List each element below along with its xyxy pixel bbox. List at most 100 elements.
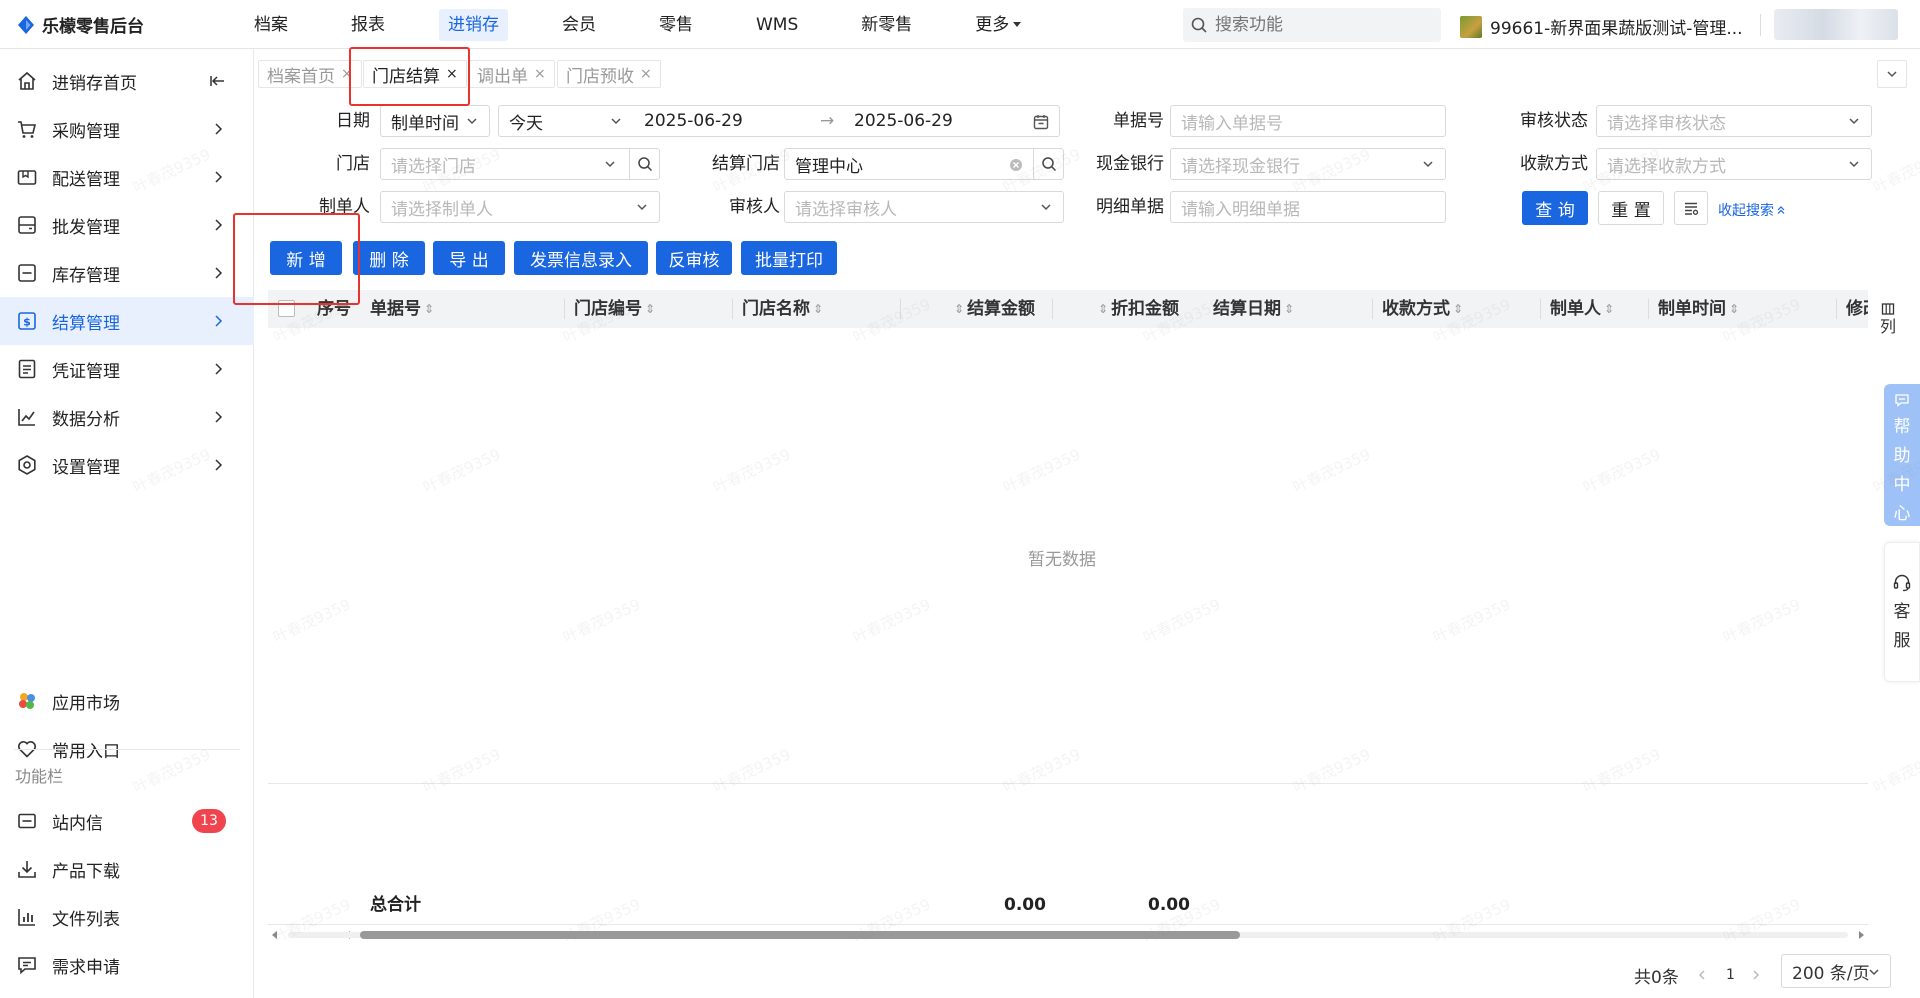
tenant-switcher[interactable]: 99661-新界面果蔬版测试-管理... xyxy=(1460,14,1743,39)
column-header-store-code[interactable]: 门店编号 ⇕ xyxy=(574,290,655,328)
invoice-entry-button[interactable]: 发票信息录入 xyxy=(514,241,648,275)
column-header-modify[interactable]: 修改 xyxy=(1846,290,1868,328)
column-header-payment-method[interactable]: 收款方式 ⇕ xyxy=(1382,290,1463,328)
sort-icon[interactable]: ⇕ xyxy=(424,290,434,328)
audit-status-select[interactable]: 请选择审核状态 xyxy=(1596,105,1872,137)
sidebar-item-app-market[interactable]: 应用市场 xyxy=(0,677,254,725)
sidebar-item-file-list[interactable]: 文件列表 xyxy=(0,893,254,941)
nav-item-inventory[interactable]: 进销存 xyxy=(439,9,508,41)
settle-store-search-button[interactable] xyxy=(1033,149,1063,179)
sort-icon[interactable]: ⇕ xyxy=(1604,290,1614,328)
payment-method-select[interactable]: 请选择收款方式 xyxy=(1596,148,1872,180)
sidebar-item-delivery[interactable]: 配送管理 xyxy=(0,153,254,201)
tab-store-prepayment[interactable]: 门店预收 × xyxy=(557,60,661,88)
unaudit-button[interactable]: 反审核 xyxy=(656,241,732,275)
user-avatar[interactable] xyxy=(1774,9,1898,40)
sidebar-item-label: 采购管理 xyxy=(52,121,120,142)
tabs-dropdown-button[interactable] xyxy=(1877,60,1907,88)
sidebar-item-settings[interactable]: 设置管理 xyxy=(0,441,254,489)
batch-print-button[interactable]: 批量打印 xyxy=(741,241,837,275)
detail-doc-input[interactable]: 请输入明细单据 xyxy=(1170,191,1446,223)
store-select[interactable]: 请选择门店 xyxy=(380,148,660,180)
export-button[interactable]: 导 出 xyxy=(433,241,505,275)
close-icon[interactable]: × xyxy=(534,66,546,82)
scroll-right-icon[interactable] xyxy=(1856,930,1866,940)
sort-icon[interactable]: ⇕ xyxy=(954,290,964,328)
cash-bank-label: 现金银行 xyxy=(1096,154,1164,174)
date-start[interactable]: 2025-06-29 xyxy=(644,111,743,131)
creator-select[interactable]: 请选择制单人 xyxy=(380,191,660,223)
page-size-select[interactable]: 200 条/页 xyxy=(1781,954,1891,988)
sidebar-item-purchase[interactable]: 采购管理 xyxy=(0,105,254,153)
delete-button[interactable]: 删 除 xyxy=(353,241,425,275)
doc-no-input[interactable]: 请输入单据号 xyxy=(1170,105,1446,137)
nav-item-reports[interactable]: 报表 xyxy=(342,9,394,41)
store-search-button[interactable] xyxy=(629,149,659,179)
sort-icon[interactable]: ⇕ xyxy=(1098,290,1108,328)
sidebar-item-stock[interactable]: 库存管理 xyxy=(0,249,254,297)
date-type-select[interactable]: 制单时间 xyxy=(380,105,490,137)
customer-service-button[interactable]: 客 服 xyxy=(1884,542,1920,682)
cash-bank-select[interactable]: 请选择现金银行 xyxy=(1170,148,1446,180)
query-button[interactable]: 查 询 xyxy=(1522,191,1588,225)
date-end[interactable]: 2025-06-29 xyxy=(854,111,953,131)
sidebar-item-voucher[interactable]: 凭证管理 xyxy=(0,345,254,393)
collapse-sidebar-icon[interactable] xyxy=(210,73,226,89)
scrollbar-thumb[interactable] xyxy=(360,931,1240,939)
nav-item-wms[interactable]: WMS xyxy=(747,9,807,41)
sort-icon[interactable]: ⇕ xyxy=(645,290,655,328)
column-header-settle-amount[interactable]: ⇕ 结算金额 xyxy=(954,290,1035,328)
collapse-search-label: 收起搜索 xyxy=(1718,203,1774,219)
column-header-creator[interactable]: 制单人 ⇕ xyxy=(1550,290,1614,328)
settle-store-select[interactable]: 管理中心 xyxy=(784,148,1064,180)
filter-settings-button[interactable] xyxy=(1674,191,1708,225)
collapse-search-link[interactable]: 收起搜索 xyxy=(1718,200,1786,220)
column-header-store-name[interactable]: 门店名称 ⇕ xyxy=(742,290,823,328)
sidebar-item-messages[interactable]: 站内信 13 xyxy=(0,797,254,845)
sort-icon[interactable]: ⇕ xyxy=(1729,290,1739,328)
tab-transfer-out[interactable]: 调出单 × xyxy=(468,60,555,88)
search-box[interactable] xyxy=(1183,8,1441,42)
nav-item-new-retail[interactable]: 新零售 xyxy=(852,9,921,41)
search-input[interactable] xyxy=(1215,15,1415,35)
column-header-doc-no[interactable]: 单据号 ⇕ xyxy=(370,290,434,328)
add-button[interactable]: 新 增 xyxy=(270,241,342,275)
auditor-select[interactable]: 请选择审核人 xyxy=(784,191,1064,223)
date-range-picker[interactable]: 2025-06-29 → 2025-06-29 xyxy=(632,105,1060,137)
sort-icon[interactable]: ⇕ xyxy=(1284,290,1294,328)
close-icon[interactable]: × xyxy=(640,66,652,82)
select-all-checkbox[interactable] xyxy=(278,300,295,317)
help-center-button[interactable]: 帮 助 中 心 xyxy=(1884,384,1920,526)
main-content: 档案首页 × 门店结算 × 调出单 × 门店预收 × 日期 制单时间 今天 2025-0… xyxy=(254,49,1920,998)
column-header-discount-amount[interactable]: ⇕ 折扣金额 xyxy=(1098,290,1179,328)
reset-button[interactable]: 重 置 xyxy=(1598,191,1664,225)
sidebar-item-settlement[interactable]: $ 结算管理 xyxy=(0,297,254,345)
nav-item-archive[interactable]: 档案 xyxy=(245,9,297,41)
nav-item-retail[interactable]: 零售 xyxy=(650,9,702,41)
sidebar-item-analysis[interactable]: 数据分析 xyxy=(0,393,254,441)
column-settings-button[interactable]: 列 xyxy=(1873,302,1903,338)
nav-item-more[interactable]: 更多 xyxy=(966,9,1030,41)
horizontal-scrollbar[interactable] xyxy=(268,926,1868,944)
chat-icon xyxy=(1895,394,1909,407)
close-icon[interactable]: × xyxy=(341,66,353,82)
clear-icon[interactable] xyxy=(1009,158,1023,172)
close-icon[interactable]: × xyxy=(446,66,458,82)
prev-page-button[interactable] xyxy=(1696,957,1708,993)
column-header-settle-date[interactable]: 结算日期 ⇕ xyxy=(1213,290,1294,328)
next-page-button[interactable] xyxy=(1750,957,1762,993)
sidebar-item-inventory-home[interactable]: 进销存首页 xyxy=(0,57,254,105)
app-logo[interactable]: 乐檬零售后台 xyxy=(16,12,144,37)
tab-archive-home[interactable]: 档案首页 × xyxy=(258,60,362,88)
sidebar-item-request[interactable]: 需求申请 xyxy=(0,941,254,989)
date-range-select[interactable]: 今天 xyxy=(498,105,634,137)
scroll-left-icon[interactable] xyxy=(270,930,280,940)
column-header-create-time[interactable]: 制单时间 ⇕ xyxy=(1658,290,1739,328)
sidebar-item-download[interactable]: 产品下载 xyxy=(0,845,254,893)
sidebar-item-wholesale[interactable]: 批发管理 xyxy=(0,201,254,249)
tab-store-settlement[interactable]: 门店结算 × xyxy=(363,60,467,88)
nav-item-member[interactable]: 会员 xyxy=(553,9,605,41)
sort-icon[interactable]: ⇕ xyxy=(1453,290,1463,328)
sort-icon[interactable]: ⇕ xyxy=(813,290,823,328)
page-number-current[interactable]: 1 xyxy=(1726,957,1735,993)
